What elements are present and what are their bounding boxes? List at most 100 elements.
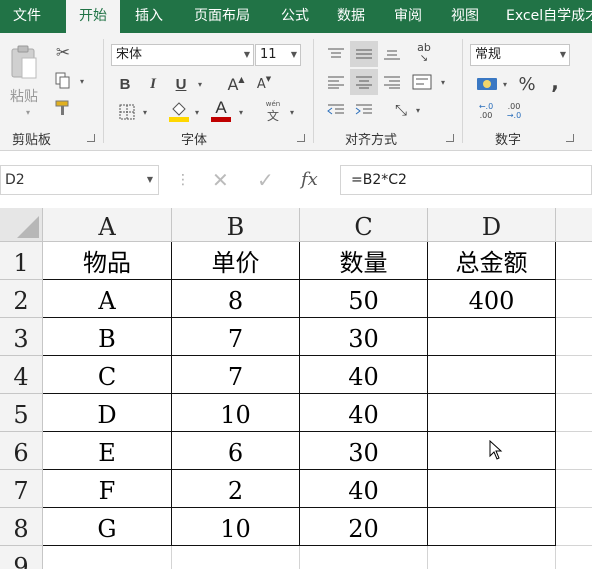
paste-dropdown[interactable]: ▾ xyxy=(26,108,30,117)
cell-E7[interactable] xyxy=(556,470,592,508)
cell-D3[interactable] xyxy=(428,318,556,356)
cell-A6[interactable]: E xyxy=(43,432,172,470)
borders-dropdown[interactable]: ▾ xyxy=(143,108,147,117)
cell-B5[interactable]: 10 xyxy=(172,394,300,432)
tab-home[interactable]: 开始 xyxy=(66,0,120,33)
cell-A9[interactable] xyxy=(43,546,172,569)
number-launcher[interactable] xyxy=(566,134,574,142)
cell-B8[interactable]: 10 xyxy=(172,508,300,546)
row-header-3[interactable]: 3 xyxy=(0,318,43,356)
tab-review[interactable]: 审阅 xyxy=(381,0,435,33)
row-header-4[interactable]: 4 xyxy=(0,356,43,394)
cell-A2[interactable]: A xyxy=(43,280,172,318)
align-top-button[interactable] xyxy=(324,43,348,65)
format-painter-button[interactable] xyxy=(52,97,74,119)
cell-D7[interactable] xyxy=(428,470,556,508)
row-header-1[interactable]: 1 xyxy=(0,242,43,280)
cell-A4[interactable]: C xyxy=(43,356,172,394)
row-header-5[interactable]: 5 xyxy=(0,394,43,432)
cell-E3[interactable] xyxy=(556,318,592,356)
copy-button[interactable] xyxy=(52,70,74,92)
cell-C9[interactable] xyxy=(300,546,428,569)
cell-D8[interactable] xyxy=(428,508,556,546)
cell-B3[interactable]: 7 xyxy=(172,318,300,356)
cell-E9[interactable] xyxy=(556,546,592,569)
decrease-indent-button[interactable] xyxy=(324,99,348,121)
underline-dropdown[interactable]: ▾ xyxy=(198,80,202,89)
tab-file[interactable]: 文件 xyxy=(0,0,54,33)
cell-E6[interactable] xyxy=(556,432,592,470)
cell-D2[interactable]: 400 xyxy=(428,280,556,318)
worksheet-grid[interactable]: A B C D 123456789 物品 单价 数量 总金额 A 8 50 400 B 7 30 C 7… xyxy=(0,208,592,569)
cell-B2[interactable]: 8 xyxy=(172,280,300,318)
drag-handle-icon[interactable]: ⋮ xyxy=(176,165,190,195)
cell-B7[interactable]: 2 xyxy=(172,470,300,508)
cell-D5[interactable] xyxy=(428,394,556,432)
comma-style-button[interactable]: , xyxy=(546,70,564,94)
cell-C4[interactable]: 40 xyxy=(300,356,428,394)
accounting-dropdown[interactable]: ▾ xyxy=(503,80,507,89)
phonetic-button[interactable]: wén 文 xyxy=(262,97,284,125)
cell-A1[interactable]: 物品 xyxy=(43,242,172,280)
cell-C5[interactable]: 40 xyxy=(300,394,428,432)
copy-dropdown[interactable]: ▾ xyxy=(80,77,84,86)
increase-decimal-button[interactable]: ←.0.00 xyxy=(474,99,498,123)
decrease-decimal-button[interactable]: .00 →.0 xyxy=(502,99,526,123)
cell-C6[interactable]: 30 xyxy=(300,432,428,470)
cell-C7[interactable]: 40 xyxy=(300,470,428,508)
cell-A5[interactable]: D xyxy=(43,394,172,432)
tab-excel-self-study[interactable]: Excel自学成才 xyxy=(496,0,592,33)
tab-insert[interactable]: 插入 xyxy=(122,0,176,33)
wrap-text-button[interactable] xyxy=(410,71,434,93)
column-header-b[interactable]: B xyxy=(172,208,300,242)
enter-icon[interactable]: ✓ xyxy=(257,165,274,195)
tab-formulas[interactable]: 公式 xyxy=(268,0,322,33)
align-bottom-button[interactable] xyxy=(380,43,404,65)
bold-button[interactable]: B xyxy=(115,73,135,95)
column-header-a[interactable]: A xyxy=(43,208,172,242)
cell-E2[interactable] xyxy=(556,280,592,318)
percent-button[interactable]: % xyxy=(516,73,538,95)
tab-page-layout[interactable]: 页面布局 xyxy=(180,0,264,33)
fill-color-dropdown[interactable]: ▾ xyxy=(195,108,199,117)
cell-D9[interactable] xyxy=(428,546,556,569)
font-color-button[interactable]: A xyxy=(210,97,232,123)
phonetic-dropdown[interactable]: ▾ xyxy=(290,108,294,117)
cell-C3[interactable]: 30 xyxy=(300,318,428,356)
underline-button[interactable]: U xyxy=(171,73,191,95)
row-header-2[interactable]: 2 xyxy=(0,280,43,318)
font-launcher[interactable] xyxy=(297,134,305,142)
font-name-select[interactable]: 宋体 ▼ xyxy=(111,44,254,66)
column-header-c[interactable]: C xyxy=(300,208,428,242)
formula-input[interactable]: =B2*C2 xyxy=(340,165,592,195)
align-middle-button[interactable] xyxy=(350,41,378,67)
italic-button[interactable]: I xyxy=(143,73,163,95)
cell-C1[interactable]: 数量 xyxy=(300,242,428,280)
align-right-button[interactable] xyxy=(380,71,404,93)
cell-B9[interactable] xyxy=(172,546,300,569)
row-header-7[interactable]: 7 xyxy=(0,470,43,508)
cell-D4[interactable] xyxy=(428,356,556,394)
number-format-select[interactable]: 常规 ▼ xyxy=(470,44,570,66)
decrease-font-button[interactable]: A ▼ xyxy=(254,73,274,95)
cell-E1[interactable] xyxy=(556,242,592,280)
alignment-launcher[interactable] xyxy=(446,134,454,142)
align-center-button[interactable] xyxy=(350,69,378,95)
borders-button[interactable] xyxy=(116,101,138,123)
tab-data[interactable]: 数据 xyxy=(324,0,378,33)
cell-E5[interactable] xyxy=(556,394,592,432)
cell-E8[interactable] xyxy=(556,508,592,546)
orientation-button[interactable]: ab ↘ xyxy=(412,41,436,65)
orientation-dropdown[interactable]: ▾ xyxy=(416,106,420,115)
cell-A7[interactable]: F xyxy=(43,470,172,508)
font-size-select[interactable]: 11 ▼ xyxy=(255,44,301,66)
increase-font-button[interactable]: A ▲ xyxy=(226,73,246,95)
row-header-6[interactable]: 6 xyxy=(0,432,43,470)
column-header-e[interactable] xyxy=(556,208,592,242)
fill-color-button[interactable] xyxy=(168,99,190,123)
align-left-button[interactable] xyxy=(324,71,348,93)
row-header-8[interactable]: 8 xyxy=(0,508,43,546)
font-color-dropdown[interactable]: ▾ xyxy=(239,108,243,117)
row-header-9[interactable]: 9 xyxy=(0,546,43,569)
cell-B4[interactable]: 7 xyxy=(172,356,300,394)
